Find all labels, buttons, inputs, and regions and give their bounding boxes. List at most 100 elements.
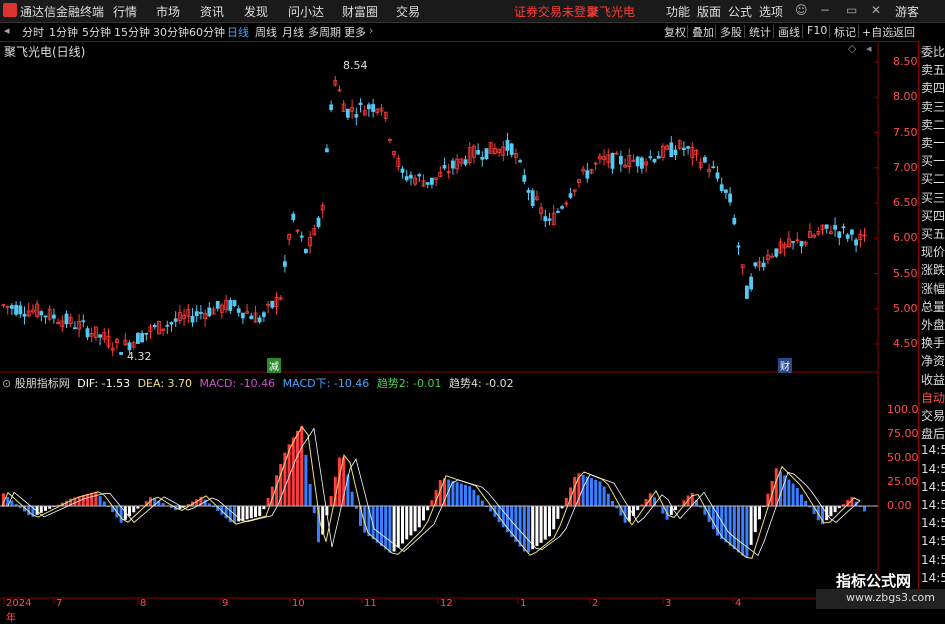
watermark-url: www.zbgs3.com [846,591,935,604]
quote-field-label[interactable]: 14:56 [921,553,945,567]
candle-body [165,324,170,327]
quote-field-label[interactable]: 14:56 [921,534,945,548]
date-tick-label: 3 [665,598,672,609]
quote-field-label[interactable]: 买四 [921,207,945,224]
candle-body [299,235,304,238]
macd-bar [254,506,257,518]
macd-bar [602,486,606,506]
date-tick-label: 2024年 [6,598,32,624]
macd-bar [291,437,295,506]
quote-field-label[interactable]: 14:56 [921,443,945,457]
candle-body [556,211,560,213]
candle-body [841,226,846,229]
macd-bar [464,484,467,506]
candle-body [522,175,527,182]
candle-body [198,312,203,314]
macd-bar [308,484,312,506]
macd-bar [795,488,799,506]
candle-body [610,152,615,169]
indicator-toggle-icon[interactable]: ⊙ [2,377,11,390]
kline-chart[interactable] [0,0,918,609]
quote-field-label[interactable]: 卖五 [921,61,945,78]
quote-field-label[interactable]: 卖一 [921,134,945,151]
candle-body [509,143,514,156]
quote-field-label[interactable]: 涨幅 [921,280,945,297]
date-tick-label: 12 [440,598,453,609]
macd-bar [833,506,837,513]
macd-bar [388,506,392,553]
candle-body [526,189,531,193]
candle-body [345,108,350,118]
candle-body [22,313,27,317]
quote-field-label[interactable]: 买三 [921,189,945,206]
quote-field-label[interactable]: 买五 [921,225,945,242]
candle-body [261,312,266,317]
macd-bar [728,506,732,546]
candle-body [39,311,44,316]
date-tick-label: 9 [222,598,229,609]
quote-field-label[interactable]: 换手 [921,334,945,351]
quote-field-label[interactable]: 买二 [921,170,945,187]
event-marker-finance[interactable]: 财 [778,358,792,373]
candle-body [366,104,371,110]
macd-bar [741,506,745,556]
macd-bar [132,506,136,513]
quote-field-label[interactable]: 收益 [921,371,945,388]
macd-bar [300,425,304,506]
candle-body [207,307,212,317]
candle-body [845,234,850,239]
quote-field-label[interactable]: 14:56 [921,571,945,585]
quote-field-label[interactable]: 交易 [921,407,945,424]
quote-field-label[interactable]: 卖三 [921,98,945,115]
macd-bar [606,493,610,506]
quote-field-label[interactable]: 买一 [921,152,945,169]
quote-field-label[interactable]: 涨跌 [921,261,945,278]
quote-field-label[interactable]: 卖四 [921,79,945,96]
quote-field-label[interactable]: 现价 [921,243,945,260]
macd-bar [455,482,459,506]
macd-bar [396,506,400,548]
macd-bar [350,491,354,506]
macd-bar [573,476,577,506]
candle-body [324,148,329,153]
event-marker-reduce[interactable]: 减 [267,358,281,373]
candle-body [249,315,254,320]
macd-bar [405,506,409,540]
quote-field-label[interactable]: 14:56 [921,462,945,476]
candle-body [81,320,86,323]
candle-body [715,172,720,179]
candle-body [568,193,573,198]
macd-bar [674,506,677,511]
macd-bar [774,468,778,506]
indicator-name[interactable]: 股朋指标网 [15,377,70,390]
candle-body [761,262,766,268]
macd-bar [518,506,522,547]
macd-bar [800,494,803,506]
macd-bar [779,471,782,506]
quote-field-label[interactable]: 14:56 [921,480,945,494]
quote-field-label[interactable]: 净资 [921,352,945,369]
date-tick-label: 11 [364,598,377,609]
indicator-tick-label: 50.00 [887,451,919,464]
candle-body [753,262,758,267]
candle-body [127,342,132,351]
quote-field-label[interactable]: 自动 [921,389,945,406]
candle-body [484,148,489,160]
macd-bar [527,506,530,553]
quote-field-label[interactable]: 总量 [921,298,945,315]
quote-field-label[interactable]: 14:56 [921,516,945,530]
macd-bar [791,483,795,506]
candle-body [194,311,199,317]
candle-body [316,217,321,227]
macd-bar [81,495,85,506]
quote-field-label[interactable]: 卖二 [921,116,945,133]
candle-body [257,317,262,323]
quote-field-label[interactable]: 14:56 [921,498,945,512]
quote-field-label[interactable]: 外盘 [921,316,945,333]
macd-bar [426,506,430,511]
candle-body [530,190,535,206]
quote-field-label[interactable]: 盘后 [921,425,945,442]
candle-body [140,333,145,343]
macd-bar [90,492,94,506]
quote-field-label[interactable]: 委比 [921,43,945,60]
